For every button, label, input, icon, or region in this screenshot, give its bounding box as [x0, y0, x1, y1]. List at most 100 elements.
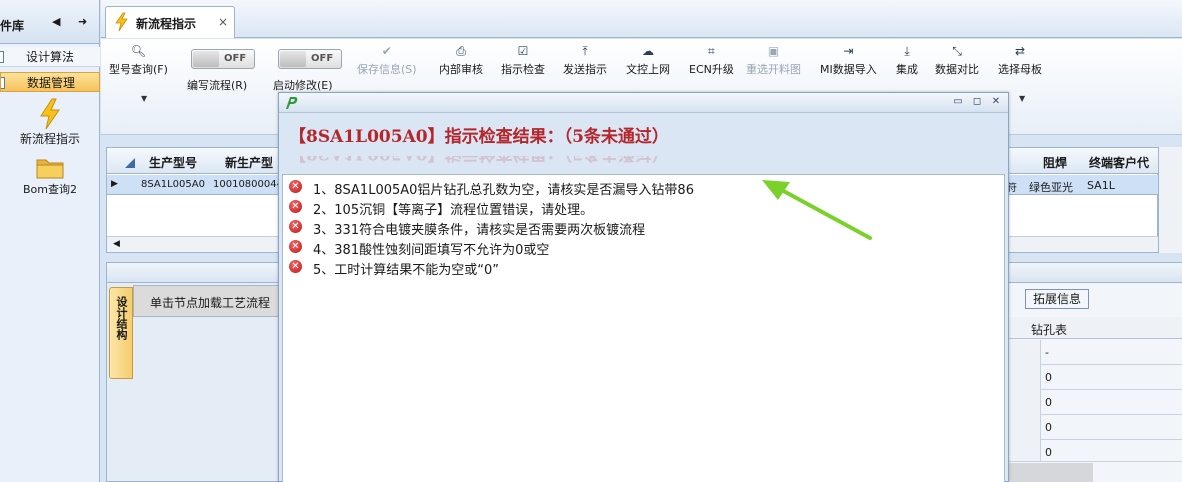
error-icon: ✕: [289, 240, 302, 253]
table-row[interactable]: 0: [1005, 440, 1182, 462]
chevron-down-icon[interactable]: ▼: [1019, 94, 1025, 103]
model-query-button[interactable]: 🔍︎ 型号查询(F): [109, 43, 168, 77]
drill-cell: 0: [1045, 371, 1052, 384]
column-header[interactable]: 生产型号: [149, 154, 197, 171]
dialog-title-reflection: 【8SA1L005A0】指示检查结果：（5条未通过）: [289, 156, 669, 168]
row-stub: [1005, 390, 1041, 415]
table-row[interactable]: 0: [1005, 390, 1182, 415]
tab-design-structure[interactable]: 设计结构: [109, 287, 133, 379]
scroll-left-icon[interactable]: ◀: [113, 239, 120, 249]
collapse-left-icon[interactable]: ◀: [52, 15, 60, 28]
sidebar-item-design-algorithm[interactable]: 设计算法: [0, 47, 100, 67]
drill-table-title: 钻孔表: [1031, 323, 1068, 337]
row-stub: [1005, 415, 1041, 440]
start-modify-toggle[interactable]: OFF: [278, 49, 342, 69]
doc-upload-button[interactable]: ☁ 文控上网: [626, 43, 670, 77]
select-board-button[interactable]: ⇄ 选择母板: [998, 43, 1042, 77]
dialog-title: 【8SA1L005A0】指示检查结果：（5条未通过）: [289, 127, 669, 147]
drill-cell: -: [1045, 346, 1049, 359]
side-tab-label: 设计结构: [115, 296, 128, 340]
grid-cell[interactable]: SA1L: [1087, 179, 1115, 192]
lightning-icon: [115, 12, 128, 32]
integrate-button[interactable]: ⤓ 集成: [896, 43, 918, 77]
data-compare-button[interactable]: ⤡ 数据对比: [935, 43, 979, 77]
start-modify-label: 启动修改(E): [273, 79, 333, 92]
drill-footer: [1005, 463, 1093, 482]
mi-import-button[interactable]: ⇥ MI数据导入: [820, 43, 877, 77]
select-drawing-button[interactable]: ▣ 重选开料图: [746, 43, 801, 77]
error-message: 1、8SA1L005A0铝片钻孔总孔数为空，请核实是否漏导入钻带86: [313, 183, 694, 198]
row-stub: [1005, 440, 1041, 461]
error-message: 3、331符合电镀夹膜条件，请核实是否需要两次板镀流程: [313, 223, 646, 238]
edit-flow-label: 编写流程(R): [187, 79, 248, 92]
dialog-titlebar[interactable]: ▭ ◻ ✕: [279, 93, 1008, 113]
shuffle-icon: ⇄: [1014, 44, 1026, 58]
table-row[interactable]: 0: [1005, 365, 1182, 390]
failed-check-list: ✕ 1、8SA1L005A0铝片钻孔总孔数为空，请核实是否漏导入钻带86 ✕ 2…: [282, 174, 1005, 482]
tab-new-flow-indicator[interactable]: 新流程指示 ×: [105, 6, 235, 38]
sidebar-title: 件库: [0, 19, 25, 33]
sidebar-item-data-management[interactable]: 数据管理: [0, 72, 100, 92]
grid-corner-icon: [125, 158, 135, 168]
sidebar-tool-label: Bom查询2: [23, 183, 77, 196]
error-icon: ✕: [289, 220, 302, 233]
binoculars-icon: ⌗: [708, 44, 715, 58]
indicator-check-button[interactable]: ☑ 指示检查: [501, 43, 545, 77]
image-icon: ▣: [767, 44, 780, 58]
printer-icon: ⎙: [456, 44, 466, 58]
grid-cell[interactable]: 绿色亚光: [1029, 179, 1073, 195]
sidebar-tool-label: 新流程指示: [19, 132, 80, 146]
grid-cell[interactable]: 10010800044: [213, 179, 283, 190]
app-logo-icon: [286, 97, 298, 109]
compress-icon: ⤡: [952, 44, 962, 58]
error-icon: ✕: [289, 260, 302, 273]
tab-load-process-flow[interactable]: 单击节点加载工艺流程: [133, 285, 283, 317]
checkbox-icon: ☑: [517, 44, 529, 58]
column-header[interactable]: 新生产型: [225, 154, 273, 171]
tab-label: 新流程指示: [136, 17, 197, 31]
folder-tab-icon: [0, 51, 4, 63]
check-icon: ✔: [381, 44, 392, 58]
minimize-icon[interactable]: ▭: [952, 96, 964, 108]
sub-tab-label: 单击节点加载工艺流程: [150, 296, 271, 310]
column-header[interactable]: 终端客户代: [1089, 154, 1149, 171]
sidebar: 件库 ◀ ➜ 设计算法 数据管理 新流程指示 Bom查询2: [0, 0, 100, 482]
check-result-dialog: ▭ ◻ ✕ 【8SA1L005A0】指示检查结果：（5条未通过） 【8SA1L0…: [278, 92, 1009, 482]
sign-in-icon: ⇥: [843, 44, 854, 58]
folder-tab-icon: [1, 77, 5, 89]
column-header[interactable]: 阻焊: [1043, 154, 1067, 171]
chevron-down-icon[interactable]: ▼: [141, 94, 147, 103]
sidebar-tool-bom-query[interactable]: Bom查询2: [0, 155, 100, 197]
drill-cell: 0: [1045, 446, 1052, 459]
tab-strip: 新流程指示 ×: [101, 0, 1182, 38]
error-message: 2、105沉铜【等离子】流程位置错误，请处理。: [313, 203, 594, 218]
sidebar-tool-new-flow[interactable]: 新流程指示: [0, 98, 100, 147]
extended-info-button[interactable]: 拓展信息: [1025, 289, 1089, 309]
edit-flow-toggle[interactable]: OFF: [191, 49, 255, 69]
internal-review-button[interactable]: ⎙ 内部审核: [439, 43, 483, 77]
table-row[interactable]: 0: [1005, 415, 1182, 440]
send-indicator-button[interactable]: ⤒ 发送指示: [563, 43, 607, 77]
row-stub: [1005, 340, 1041, 365]
vertical-scrollbar[interactable]: [1158, 147, 1182, 253]
cloud-upload-icon: ☁: [642, 44, 654, 58]
close-icon[interactable]: ✕: [990, 96, 1002, 108]
sidebar-item-label: 数据管理: [27, 76, 76, 90]
table-row[interactable]: -: [1005, 340, 1182, 365]
ecn-upgrade-button[interactable]: ⌗ ECN升级: [689, 43, 734, 77]
error-icon: ✕: [289, 200, 302, 213]
maximize-icon[interactable]: ◻: [971, 96, 983, 108]
sidebar-header: 件库 ◀ ➜: [0, 0, 99, 44]
drill-cell: 0: [1045, 421, 1052, 434]
sidebar-item-label: 设计算法: [26, 50, 75, 64]
drill-panel: 拓展信息 钻孔表 - 0 0 0 0: [1005, 283, 1182, 482]
save-info-button[interactable]: ✔ 保存信息(S): [357, 43, 417, 77]
row-stub: [1005, 365, 1041, 390]
error-icon: ✕: [289, 180, 302, 193]
pin-right-icon[interactable]: ➜: [78, 15, 87, 28]
grid-cell[interactable]: 8SA1L005A0: [141, 179, 205, 190]
lightning-icon: [40, 98, 60, 130]
toggle-knob: [280, 51, 306, 67]
close-icon[interactable]: ×: [218, 15, 228, 29]
download-icon: ⤓: [904, 44, 910, 58]
